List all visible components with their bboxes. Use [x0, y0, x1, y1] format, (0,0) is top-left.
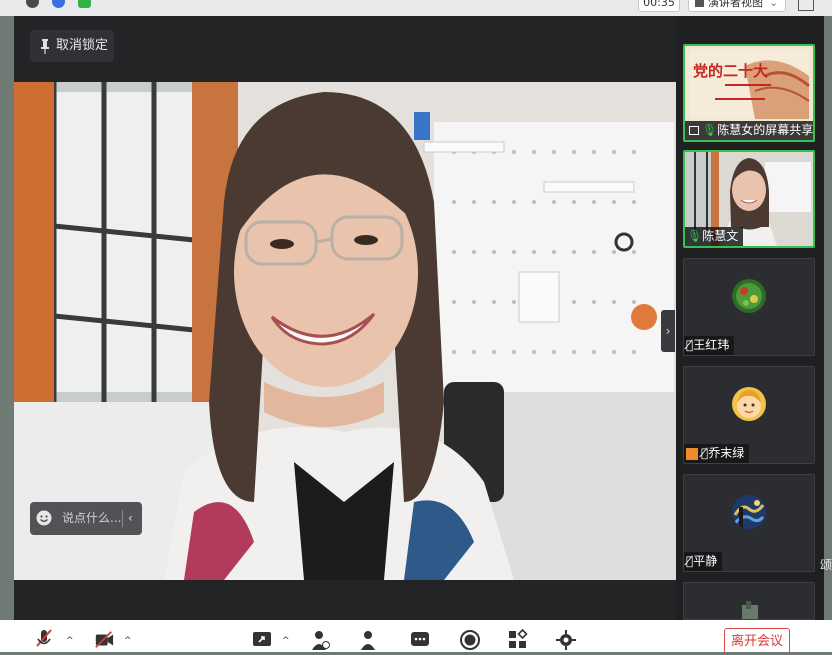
avatar	[732, 279, 766, 313]
gear-icon[interactable]	[556, 628, 576, 652]
mic-muted-icon[interactable]	[34, 628, 54, 652]
collapse-sidebar-handle[interactable]: ›	[661, 310, 675, 352]
participant-tile-avatar[interactable]: 🎙̸乔末绿	[683, 366, 815, 464]
avatar	[732, 387, 766, 421]
participant-name: 陈慧文	[702, 229, 739, 243]
fullscreen-icon[interactable]	[798, 0, 814, 11]
participant-label: 🎙̸平静	[684, 552, 723, 571]
unlock-pin-button[interactable]: 取消锁定	[30, 30, 114, 62]
meeting-toolbar: ^ ^ ^ 离开会议	[0, 620, 832, 654]
mic-on-icon: 🎙	[702, 123, 718, 137]
participant-name: 乔末绿	[708, 446, 745, 460]
emoji-icon[interactable]	[36, 510, 52, 526]
status-icon	[26, 0, 39, 8]
participant-tile-screen-share[interactable]: 党的二十大 🎙陈慧女的屏幕共享	[683, 44, 815, 142]
chevron-left-icon[interactable]: ‹	[128, 502, 133, 535]
grid-icon	[695, 0, 704, 7]
apps-icon[interactable]	[508, 628, 528, 652]
meeting-timer: 00:35	[638, 0, 680, 12]
participant-name: 平静	[693, 554, 718, 568]
edge-text: 颂	[820, 558, 832, 572]
avatar	[732, 601, 766, 619]
participants-icon[interactable]	[358, 628, 378, 652]
screen-share-icon	[689, 126, 699, 135]
chevron-down-icon: ⌄	[769, 0, 779, 9]
record-icon[interactable]	[460, 628, 480, 652]
mic-on-icon: 🎙	[687, 229, 703, 243]
participant-label: 🎙陈慧文	[685, 227, 744, 246]
participant-tile-avatar[interactable]: 🎙̸王红玮	[683, 258, 815, 356]
unlock-label: 取消锁定	[56, 38, 109, 53]
pin-icon	[41, 39, 49, 54]
view-mode-label: 演讲者视图	[708, 0, 763, 9]
view-mode-button[interactable]: 演讲者视图 ⌄	[688, 0, 786, 12]
chat-input-box[interactable]: 说点什么... ‹	[30, 502, 142, 535]
participant-label: 🎙̸王红玮	[684, 336, 735, 355]
leave-meeting-button[interactable]: 离开会议	[724, 628, 790, 654]
participant-label: 🎙陈慧女的屏幕共享	[685, 121, 814, 140]
chevron-up-icon[interactable]: ^	[66, 636, 74, 646]
chat-placeholder[interactable]: 说点什么...	[62, 502, 121, 535]
host-user-icon	[686, 447, 698, 460]
camera-off-icon[interactable]	[94, 628, 114, 652]
participant-name: 陈慧女的屏幕共享	[717, 123, 814, 137]
chat-icon[interactable]	[410, 628, 430, 652]
shield-icon	[52, 0, 65, 8]
signal-icon	[78, 0, 91, 8]
participant-tile-video[interactable]: 🎙陈慧文	[683, 150, 815, 248]
system-top-bar: 00:35 演讲者视图 ⌄	[0, 0, 832, 16]
chevron-up-icon[interactable]: ^	[282, 636, 290, 646]
invite-user-icon[interactable]	[310, 628, 330, 652]
share-screen-icon[interactable]	[252, 628, 272, 652]
participant-tile-avatar[interactable]	[683, 582, 815, 620]
chat-divider	[122, 510, 123, 527]
avatar	[732, 495, 766, 529]
chevron-up-icon[interactable]: ^	[124, 636, 132, 646]
participant-tile-avatar[interactable]: 🎙̸平静	[683, 474, 815, 572]
chevron-right-icon: ›	[665, 324, 671, 338]
participant-name: 王红玮	[693, 338, 730, 352]
slide-title: 党的二十大	[693, 62, 768, 80]
participant-label: 🎙̸乔末绿	[684, 444, 750, 463]
